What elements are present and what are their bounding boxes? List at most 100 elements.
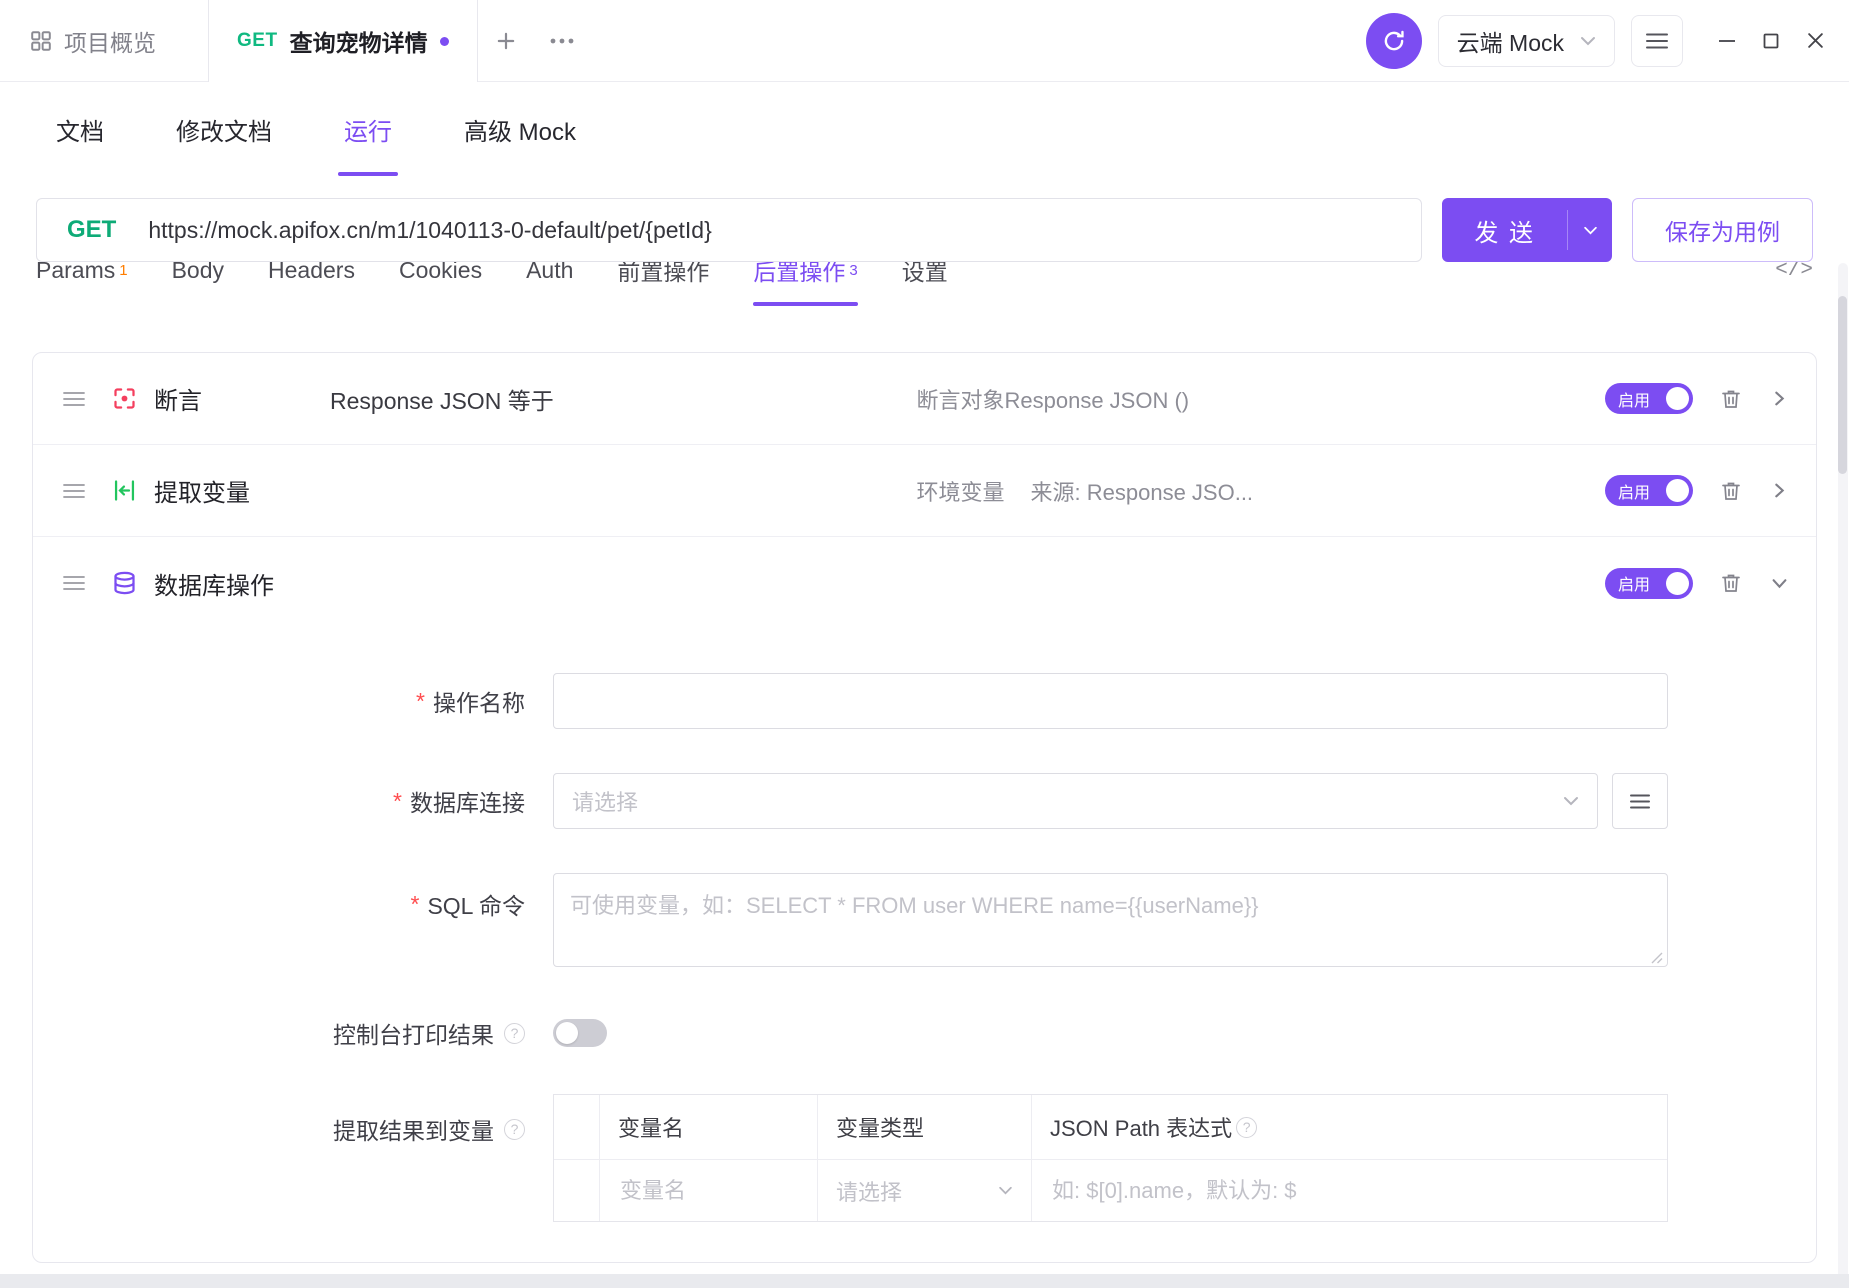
required-mark: * bbox=[416, 688, 425, 715]
database-connection-select[interactable]: 请选择 bbox=[553, 773, 1598, 829]
new-tab-button[interactable] bbox=[478, 0, 534, 81]
delete-button[interactable] bbox=[1719, 479, 1743, 503]
window-controls bbox=[1705, 14, 1837, 68]
minimize-button[interactable] bbox=[1705, 14, 1749, 68]
ellipsis-icon bbox=[549, 37, 575, 45]
action-title: 数据库操作 bbox=[154, 566, 330, 601]
environment-selector[interactable]: 云端 Mock bbox=[1438, 15, 1615, 67]
assertion-icon bbox=[111, 385, 138, 412]
extract-variable-icon bbox=[111, 477, 138, 504]
send-button[interactable]: 发 送 bbox=[1442, 198, 1612, 262]
request-subtabs: Params1 Body Headers Cookies Auth 前置操作 后… bbox=[36, 262, 1813, 306]
subtab-body[interactable]: Body bbox=[172, 262, 224, 306]
minimize-icon bbox=[1719, 39, 1735, 43]
close-button[interactable] bbox=[1793, 14, 1837, 68]
json-path-input[interactable] bbox=[1050, 1177, 1649, 1205]
post-actions-card: 断言 Response JSON 等于 断言对象Response JSON ()… bbox=[32, 352, 1817, 1263]
subtab-settings[interactable]: 设置 bbox=[902, 262, 948, 306]
more-tabs-button[interactable] bbox=[534, 0, 590, 81]
connection-placeholder: 请选择 bbox=[572, 785, 638, 817]
enable-toggle-label: 启用 bbox=[1618, 387, 1650, 411]
database-icon bbox=[111, 570, 138, 597]
help-icon[interactable]: ? bbox=[1236, 1117, 1257, 1138]
variables-table: 变量名 变量类型 JSON Path 表达式 ? bbox=[553, 1094, 1668, 1222]
enable-toggle[interactable]: 启用 bbox=[1605, 475, 1693, 506]
toggle-knob bbox=[556, 1022, 578, 1044]
titlebar-right: 云端 Mock bbox=[1366, 0, 1849, 81]
required-mark: * bbox=[410, 891, 419, 918]
extract-result-row: 提取结果到变量 ? 变量名 变量类型 JSON Path 表达式 ? bbox=[33, 1094, 1816, 1222]
operation-name-input[interactable] bbox=[553, 673, 1668, 729]
method-label[interactable]: GET bbox=[37, 216, 148, 244]
send-label: 发 送 bbox=[1442, 198, 1567, 262]
sync-button[interactable] bbox=[1366, 13, 1422, 69]
enable-toggle[interactable]: 启用 bbox=[1605, 383, 1693, 414]
drag-handle-icon[interactable] bbox=[63, 575, 85, 591]
code-icon[interactable]: </> bbox=[1775, 262, 1813, 282]
tab-docs[interactable]: 文档 bbox=[56, 82, 104, 176]
toggle-knob bbox=[1666, 479, 1689, 502]
assertion-subtitle: Response JSON 等于 bbox=[330, 382, 917, 416]
toggle-knob bbox=[1666, 572, 1689, 595]
action-row-database[interactable]: 数据库操作 启用 bbox=[33, 537, 1816, 629]
enable-toggle-label: 启用 bbox=[1618, 571, 1650, 595]
subtab-cookies[interactable]: Cookies bbox=[399, 262, 482, 306]
extract-result-label: 提取结果到变量 bbox=[333, 1112, 494, 1146]
unsaved-dot bbox=[440, 37, 449, 46]
refresh-icon bbox=[1381, 28, 1407, 54]
main-menu-button[interactable] bbox=[1631, 15, 1683, 67]
expand-chevron-icon[interactable] bbox=[1771, 390, 1788, 407]
plus-icon bbox=[495, 30, 517, 52]
delete-button[interactable] bbox=[1719, 571, 1743, 595]
help-icon[interactable]: ? bbox=[504, 1119, 525, 1140]
subtab-params[interactable]: Params1 bbox=[36, 262, 128, 306]
drag-handle-icon[interactable] bbox=[63, 483, 85, 499]
close-icon bbox=[1807, 32, 1824, 49]
tab-run[interactable]: 运行 bbox=[344, 82, 392, 176]
database-connection-label: 数据库连接 bbox=[410, 784, 525, 818]
scrollbar-thumb[interactable] bbox=[1838, 296, 1847, 474]
help-icon[interactable]: ? bbox=[504, 1023, 525, 1044]
subtab-headers[interactable]: Headers bbox=[268, 262, 355, 306]
sql-command-textarea[interactable] bbox=[553, 873, 1668, 967]
sql-command-row: * SQL 命令 bbox=[33, 873, 1816, 972]
tab-edit-docs[interactable]: 修改文档 bbox=[176, 82, 272, 176]
chevron-down-icon bbox=[998, 1186, 1013, 1195]
titlebar-left: 项目概览 GET 查询宠物详情 bbox=[0, 0, 1366, 81]
chevron-down-icon bbox=[1580, 36, 1596, 46]
save-as-case-button[interactable]: 保存为用例 bbox=[1632, 198, 1813, 262]
variable-type-select[interactable]: 请选择 bbox=[836, 1175, 1013, 1207]
drag-handle-icon[interactable] bbox=[63, 391, 85, 407]
console-print-toggle[interactable] bbox=[553, 1019, 607, 1047]
console-print-row: 控制台打印结果 ? bbox=[33, 1016, 1816, 1050]
maximize-icon bbox=[1763, 33, 1779, 49]
maximize-button[interactable] bbox=[1749, 14, 1793, 68]
delete-button[interactable] bbox=[1719, 387, 1743, 411]
subtab-post-actions[interactable]: 后置操作3 bbox=[753, 262, 857, 306]
row-spacer-cell bbox=[554, 1160, 600, 1221]
expand-chevron-icon[interactable] bbox=[1771, 482, 1788, 499]
enable-toggle[interactable]: 启用 bbox=[1605, 568, 1693, 599]
hamburger-icon bbox=[1646, 33, 1668, 49]
url-input[interactable]: https://mock.apifox.cn/m1/1040113-0-defa… bbox=[148, 217, 711, 244]
page-tabs: 文档 修改文档 运行 高级 Mock bbox=[0, 82, 1849, 176]
project-overview-button[interactable]: 项目概览 bbox=[0, 0, 184, 81]
required-mark: * bbox=[393, 788, 402, 815]
action-row-assertion[interactable]: 断言 Response JSON 等于 断言对象Response JSON ()… bbox=[33, 353, 1816, 445]
tab-method-label: GET bbox=[237, 30, 278, 52]
manage-connections-button[interactable] bbox=[1612, 773, 1668, 829]
action-title: 断言 bbox=[154, 381, 330, 416]
extract-source-meta: 来源: Response JSO... bbox=[1031, 475, 1254, 507]
subtab-auth[interactable]: Auth bbox=[526, 262, 573, 306]
operation-name-label: 操作名称 bbox=[433, 684, 525, 718]
send-dropdown-button[interactable] bbox=[1568, 198, 1612, 262]
subtab-pre-actions[interactable]: 前置操作 bbox=[617, 262, 709, 306]
collapse-chevron-icon[interactable] bbox=[1771, 575, 1788, 592]
variable-name-input[interactable] bbox=[618, 1177, 799, 1205]
tab-advanced-mock[interactable]: 高级 Mock bbox=[464, 82, 576, 176]
url-input-group[interactable]: GET https://mock.apifox.cn/m1/1040113-0-… bbox=[36, 198, 1422, 262]
titlebar: 项目概览 GET 查询宠物详情 云端 Mock bbox=[0, 0, 1849, 82]
request-doc-tab[interactable]: GET 查询宠物详情 bbox=[208, 0, 478, 82]
enable-toggle-label: 启用 bbox=[1618, 479, 1650, 503]
action-row-extract-variable[interactable]: 提取变量 环境变量 来源: Response JSO... 启用 bbox=[33, 445, 1816, 537]
